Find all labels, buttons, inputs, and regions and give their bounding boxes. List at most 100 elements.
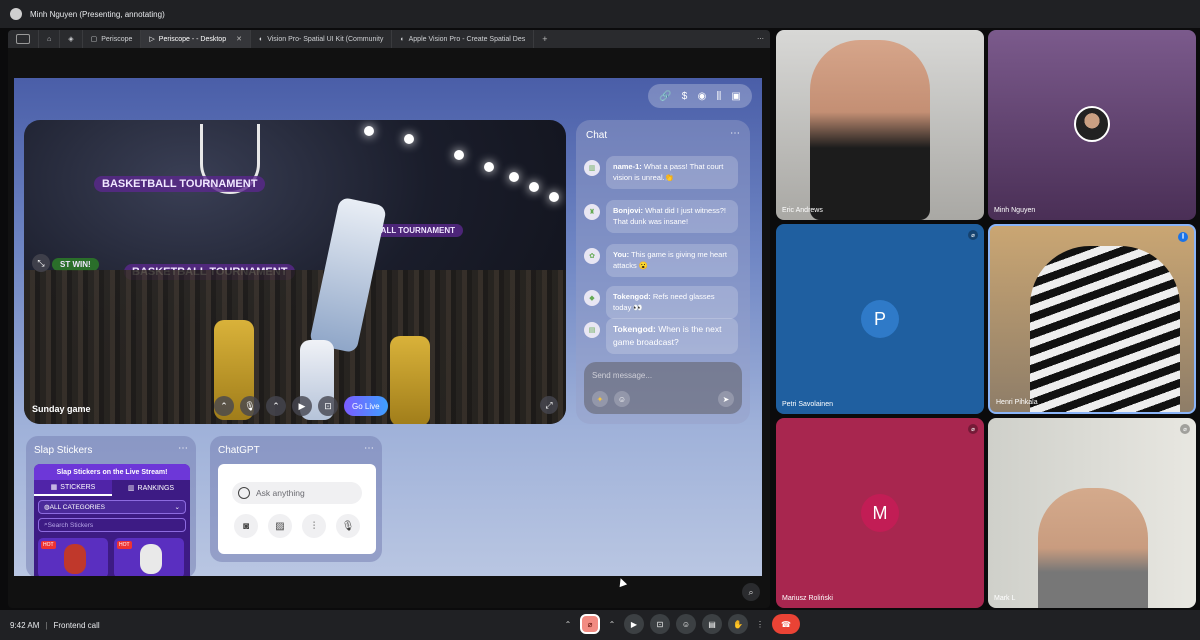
end-call-button[interactable]: ☎ bbox=[772, 614, 800, 634]
mic-off-button[interactable]: ⌀ bbox=[580, 614, 600, 634]
presenter-bar: Minh Nguyen (Presenting, annotating) bbox=[0, 0, 1200, 28]
captions-button[interactable]: ▤ bbox=[702, 614, 722, 634]
avatar bbox=[1074, 106, 1110, 142]
participant-tile[interactable]: ⌀ P Petri Savolainen bbox=[776, 224, 984, 414]
light bbox=[404, 134, 414, 144]
camera-icon[interactable]: ▶ bbox=[292, 396, 312, 416]
tab-periscope-desktop[interactable]: ▷ Periscope - - Desktop ✕ bbox=[141, 30, 251, 48]
home-icon: ⌂ bbox=[47, 35, 52, 43]
tab-vision-pro-ui-kit[interactable]: ◐ Vision Pro- Spatial UI Kit (Community bbox=[251, 30, 393, 48]
record-icon[interactable]: ◉ bbox=[698, 91, 707, 102]
participant-tile[interactable]: ⌀ Mark L bbox=[988, 418, 1196, 608]
tab-overview[interactable] bbox=[8, 30, 39, 48]
mic-muted-icon: ⌀ bbox=[968, 230, 978, 240]
call-controls: ⌃ ⌀ ⌃ ▶ ⊡ ☺ ▤ ✋ ⋮ ☎ bbox=[562, 614, 800, 634]
rankings-icon: ▥ bbox=[127, 485, 135, 492]
chat-message: ▤ Tokengod: When is the next game broadc… bbox=[584, 318, 738, 354]
participant-name: Minh Nguyen bbox=[994, 207, 1036, 214]
participant-name: Mark L bbox=[994, 595, 1016, 602]
sidebar-icon[interactable]: ▣ bbox=[731, 91, 740, 102]
camera-icon[interactable]: ◙ bbox=[234, 514, 258, 538]
tab-periscope[interactable]: ▢ Periscope bbox=[83, 30, 142, 48]
avatar: ▤ bbox=[584, 322, 600, 338]
participant-tile[interactable]: Minh Nguyen bbox=[988, 30, 1196, 220]
figma-icon: ◐ bbox=[258, 35, 264, 43]
tab-home[interactable]: ⌂ bbox=[39, 30, 61, 48]
light bbox=[484, 162, 494, 172]
participant-tile-speaking[interactable]: ⫼ Henri Pihkala bbox=[988, 224, 1196, 414]
present-button[interactable]: ⊡ bbox=[650, 614, 670, 634]
hot-badge: HOT bbox=[41, 541, 56, 549]
camera-button[interactable]: ▶ bbox=[624, 614, 644, 634]
tab-extension[interactable]: ◈ bbox=[60, 30, 83, 48]
tab-rankings[interactable]: ▥ RANKINGS bbox=[112, 480, 190, 496]
go-live-button[interactable]: Go Live bbox=[344, 396, 388, 416]
light bbox=[509, 172, 519, 182]
ask-input[interactable]: Ask anything bbox=[232, 482, 362, 504]
sticker-icon[interactable]: ✦ bbox=[592, 391, 608, 407]
participant-video bbox=[810, 40, 930, 220]
emoji-button[interactable]: ☺ bbox=[676, 614, 696, 634]
page-icon: ▢ bbox=[90, 36, 98, 43]
participant-tile[interactable]: ⌀ M Mariusz Roliński bbox=[776, 418, 984, 608]
equalizer-icon[interactable]: ⫼ bbox=[717, 91, 722, 102]
ask-placeholder: Ask anything bbox=[256, 488, 305, 498]
tab-label: Apple Vision Pro - Create Spatial Des bbox=[408, 35, 526, 43]
message-input[interactable]: Send message... bbox=[592, 371, 652, 380]
chatgpt-actions: ◙ ▨ ⫶ 🎙 bbox=[234, 514, 360, 538]
category-select[interactable]: ◍ ALL CATEGORIES ⌄ bbox=[38, 500, 186, 514]
stickers-title: Slap Stickers bbox=[34, 445, 93, 456]
collapse-icon[interactable]: ⤡ bbox=[32, 254, 50, 272]
hot-badge: HOT bbox=[117, 541, 132, 549]
mic-muted-icon: ⌀ bbox=[968, 424, 978, 434]
openai-logo-icon bbox=[238, 487, 250, 499]
meeting-controls-bar: 9:42 AM | Frontend call ⌃ ⌀ ⌃ ▶ ⊡ ☺ ▤ ✋ … bbox=[0, 610, 1200, 640]
image-icon[interactable]: ▨ bbox=[268, 514, 292, 538]
new-tab-button[interactable]: + bbox=[534, 34, 555, 44]
sticker-search-input[interactable]: ⌕ Search Stickers bbox=[38, 518, 186, 532]
chat-menu-button[interactable]: ⋯ bbox=[730, 128, 740, 139]
category-value: ALL CATEGORIES bbox=[49, 503, 105, 511]
message-bubble: name-1: What a pass! That court vision i… bbox=[606, 156, 738, 189]
tab-stickers[interactable]: ▦ STICKERS bbox=[34, 480, 112, 496]
stickers-menu-button[interactable]: ⋯ bbox=[178, 443, 188, 454]
participant-video bbox=[1038, 488, 1148, 608]
more-options-icon[interactable]: ⋮ bbox=[754, 614, 766, 634]
chevron-up-icon[interactable]: ⌃ bbox=[266, 396, 286, 416]
fullscreen-icon[interactable]: ⤢ bbox=[540, 396, 558, 414]
emoji-icon[interactable]: ☺ bbox=[614, 391, 630, 407]
mic-icon[interactable]: 🎙 bbox=[240, 396, 260, 416]
close-tab-icon[interactable]: ✕ bbox=[236, 35, 242, 43]
tab-menu-button[interactable]: ⋯ bbox=[757, 35, 770, 43]
link-icon[interactable]: 🔗 bbox=[659, 91, 671, 102]
mic-icon[interactable]: 🎙 bbox=[336, 514, 360, 538]
sticker-image bbox=[64, 544, 86, 574]
chatgpt-title: ChatGPT bbox=[218, 445, 260, 456]
screen-share-icon[interactable]: ⊡ bbox=[318, 396, 338, 416]
sticker-card[interactable]: HOT bbox=[114, 538, 184, 576]
slap-stickers-panel: Slap Stickers ⋯ Slap Stickers on the Liv… bbox=[26, 436, 196, 576]
arena-lights bbox=[304, 120, 564, 210]
raise-hand-button[interactable]: ✋ bbox=[728, 614, 748, 634]
tab-label: STICKERS bbox=[60, 483, 96, 491]
chatgpt-menu-button[interactable]: ⋯ bbox=[364, 443, 374, 454]
tab-apple-vision-pro[interactable]: ◐ Apple Vision Pro - Create Spatial Des bbox=[392, 30, 535, 48]
send-icon[interactable]: ➤ bbox=[718, 391, 734, 407]
participant-tile[interactable]: Eric Andrews bbox=[776, 30, 984, 220]
message-composer[interactable]: Send message... ✦ ☺ ➤ bbox=[584, 362, 742, 414]
zoom-icon[interactable]: ⌕ bbox=[742, 583, 760, 601]
sticker-card[interactable]: HOT bbox=[38, 538, 108, 576]
live-video[interactable]: BASKETBALL TOURNAMENT BASKETBALL TOURNAM… bbox=[24, 120, 566, 424]
avatar: ◆ bbox=[584, 290, 600, 306]
chevron-up-icon[interactable]: ⌃ bbox=[214, 396, 234, 416]
audio-wave-icon[interactable]: ⫶ bbox=[302, 514, 326, 538]
chevron-up-icon[interactable]: ⌃ bbox=[562, 614, 574, 634]
shared-screen: ⌂ ◈ ▢ Periscope ▷ Periscope - - Desktop ✕ ◐… bbox=[8, 30, 770, 608]
dollar-icon[interactable]: $ bbox=[682, 91, 688, 102]
tab-label: Periscope bbox=[101, 35, 133, 43]
chevron-up-icon[interactable]: ⌃ bbox=[606, 614, 618, 634]
search-placeholder: Search Stickers bbox=[47, 521, 94, 529]
presenter-label: Minh Nguyen (Presenting, annotating) bbox=[30, 9, 165, 19]
light bbox=[364, 126, 374, 136]
video-controls: ⌃ 🎙 ⌃ ▶ ⊡ Go Live bbox=[214, 396, 388, 416]
